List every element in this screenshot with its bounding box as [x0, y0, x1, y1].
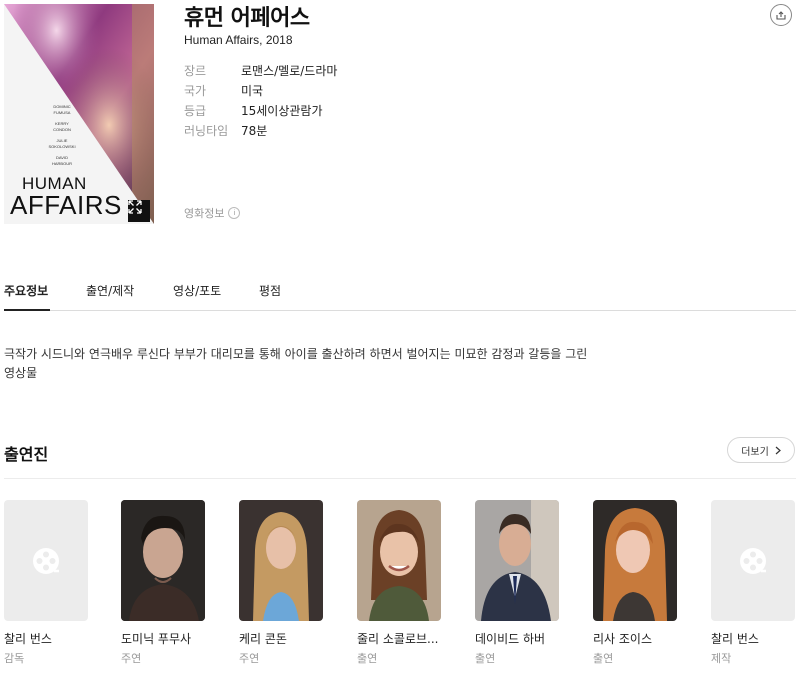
cast-photo: [357, 500, 441, 621]
poster-title: HUMAN AFFAIRS: [10, 175, 122, 220]
film-reel-icon: [33, 547, 59, 574]
cast-name: 찰리 번스: [711, 632, 759, 646]
share-button[interactable]: [770, 4, 792, 26]
meta-label: 등급: [184, 104, 207, 118]
tab-active-indicator: [4, 309, 50, 311]
cast-role: 주연: [121, 652, 142, 665]
cast-name: 리사 조이스: [593, 632, 653, 646]
cast-name: 도미닉 푸무사: [121, 632, 192, 646]
cast-card[interactable]: 찰리 번스 감독: [4, 500, 88, 666]
cast-card[interactable]: 케리 콘돈 주연: [239, 500, 323, 666]
poster-credits: DOMINIC FUMUSA KERRY CONDON JULIE SOKOLO…: [48, 104, 76, 172]
cast-role: 주연: [239, 652, 260, 665]
cast-photo-placeholder: [4, 500, 88, 621]
cast-card[interactable]: 데이비드 하버 출연: [475, 500, 559, 666]
cast-card[interactable]: 도미닉 푸무사 주연: [121, 500, 205, 666]
cast-card[interactable]: 찰리 번스 제작: [711, 500, 795, 666]
poster-credit: DOMINIC FUMUSA: [53, 104, 71, 115]
cast-card[interactable]: 리사 조이스 출연: [593, 500, 677, 666]
tab-cast-crew[interactable]: 출연/제작: [86, 282, 134, 299]
share-icon: [776, 11, 786, 20]
cast-name: 줄리 소콜로브...: [357, 632, 439, 646]
tab-divider: [4, 310, 796, 311]
meta-value: 로맨스/멜로/드라마: [241, 64, 338, 78]
cast-name: 찰리 번스: [4, 632, 52, 646]
cast-photo: [121, 500, 205, 621]
tab-reviews[interactable]: 평점: [259, 282, 281, 299]
meta-label: 국가: [184, 84, 207, 98]
cast-role: 제작: [711, 652, 732, 665]
more-label: 더보기: [741, 446, 769, 458]
more-button[interactable]: 더보기: [727, 437, 795, 463]
chevron-right-icon: [775, 446, 781, 454]
cast-photo: [593, 500, 677, 621]
cast-section-title: 출연진: [4, 445, 49, 464]
poster-title-line2: AFFAIRS: [10, 190, 122, 220]
meta-value: 78분: [241, 124, 268, 138]
cast-role: 출연: [593, 652, 614, 665]
cast-divider: [4, 478, 796, 479]
cast-photo: [475, 500, 559, 621]
cast-card[interactable]: 줄리 소콜로브... 출연: [357, 500, 441, 666]
cast-role: 감독: [4, 652, 25, 665]
synopsis-text: 극작가 시드니와 연극배우 루신다 부부가 대리모를 통해 아이를 출산하려 하…: [4, 347, 588, 380]
tab-bar: 주요정보 출연/제작 영상/포토 평점: [0, 278, 796, 312]
tab-main-info[interactable]: 주요정보: [4, 282, 48, 299]
meta-value: 미국: [241, 84, 264, 98]
film-reel-icon: [740, 547, 766, 574]
meta-label: 장르: [184, 64, 207, 78]
movie-title: 휴먼 어페어스: [184, 6, 310, 31]
poster-credit: DAVID HARBOUR: [51, 155, 72, 166]
cast-role: 출연: [357, 652, 378, 665]
poster-credit: KERRY CONDON: [53, 121, 71, 132]
cast-photo: [239, 500, 323, 621]
movie-info-label: 영화정보: [184, 207, 225, 220]
cast-name: 케리 콘돈: [239, 632, 287, 646]
cast-photo-placeholder: [711, 500, 795, 621]
movie-info-link[interactable]: 영화정보 i: [184, 205, 241, 221]
meta-label: 러닝타임: [184, 124, 229, 138]
meta-value: 15세이상관람가: [241, 104, 323, 118]
expand-icon[interactable]: [128, 200, 150, 222]
movie-poster[interactable]: DOMINIC FUMUSA KERRY CONDON JULIE SOKOLO…: [4, 4, 154, 224]
cast-name: 데이비드 하버: [475, 632, 546, 646]
movie-subtitle: Human Affairs, 2018: [184, 33, 293, 47]
tab-media[interactable]: 영상/포토: [173, 282, 221, 299]
poster-credit: JULIE SOKOLOWSKI: [48, 138, 76, 149]
info-icon: i: [228, 207, 241, 219]
cast-role: 출연: [475, 652, 496, 665]
